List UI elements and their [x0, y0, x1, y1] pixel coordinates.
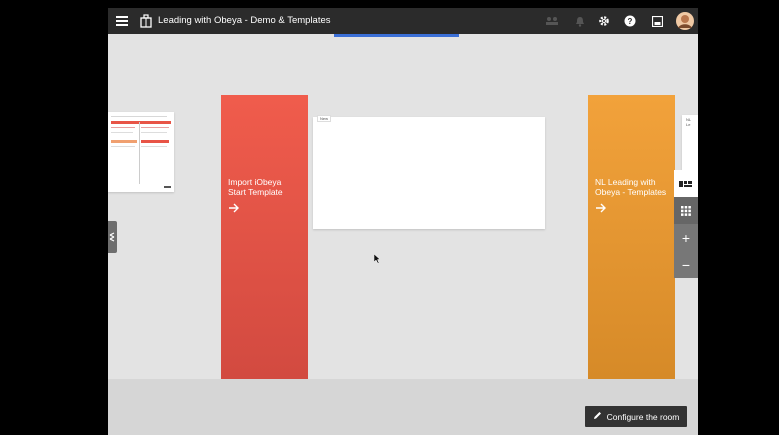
- mouse-cursor-icon: [373, 251, 381, 269]
- letterbox-right: [698, 0, 779, 435]
- loading-progress-bar: [334, 34, 459, 37]
- top-bar: Leading with Obeya - Demo & Templates ?: [108, 8, 698, 34]
- configure-room-button[interactable]: Configure the room: [585, 406, 687, 427]
- save-icon[interactable]: [649, 13, 665, 29]
- grid-icon[interactable]: [674, 197, 698, 224]
- configure-room-label: Configure the room: [606, 411, 680, 422]
- hamburger-menu-icon[interactable]: [114, 13, 130, 29]
- column-nl-templates[interactable]: NL Leading with Obeya - Templates: [588, 95, 675, 379]
- column-nl-label: NL Leading with Obeya - Templates: [595, 177, 667, 197]
- notification-bell-icon[interactable]: [572, 13, 588, 29]
- svg-text:?: ?: [628, 17, 633, 26]
- arrow-right-icon: [595, 203, 667, 215]
- letterbox-left: [0, 0, 108, 435]
- gear-icon[interactable]: [596, 13, 612, 29]
- board-new-tag: New: [317, 115, 332, 122]
- right-toolbar: + −: [674, 170, 698, 278]
- board-new[interactable]: New: [313, 115, 545, 229]
- team-icon[interactable]: [544, 13, 560, 29]
- board-thumbnail-left[interactable]: [108, 112, 174, 192]
- obeya-building-icon: [138, 13, 154, 29]
- pencil-icon: [593, 411, 602, 422]
- user-avatar[interactable]: [675, 11, 695, 31]
- arrow-right-icon: [228, 203, 300, 215]
- room-title: Leading with Obeya - Demo & Templates: [158, 15, 331, 26]
- board-right-tag: NL Le: [684, 117, 698, 127]
- zoom-in-button[interactable]: +: [674, 224, 698, 251]
- obeya-room-window: Leading with Obeya - Demo & Templates ?: [108, 8, 698, 435]
- left-panel-toggle[interactable]: [108, 221, 117, 253]
- help-icon[interactable]: ?: [622, 13, 638, 29]
- board-right-partial[interactable]: NL Le: [682, 115, 698, 175]
- column-import-template[interactable]: Import iObeya Start Template: [221, 95, 308, 379]
- minimap-icon[interactable]: [674, 170, 698, 197]
- zoom-out-button[interactable]: −: [674, 251, 698, 278]
- column-import-label: Import iObeya Start Template: [228, 177, 283, 197]
